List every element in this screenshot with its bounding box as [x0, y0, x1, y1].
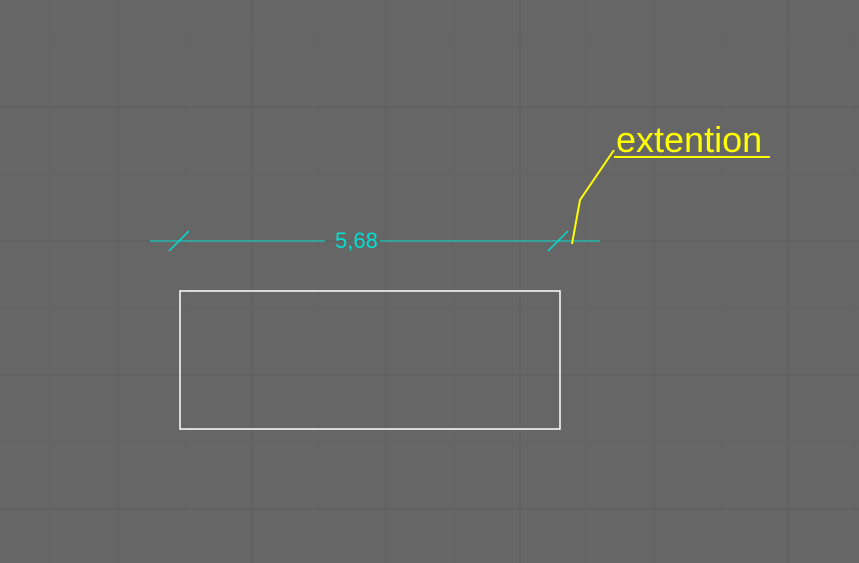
dimension[interactable]: 5,68	[150, 228, 600, 253]
annotation-leader	[572, 150, 614, 244]
rectangle-shape[interactable]	[180, 291, 560, 429]
grid	[0, 0, 859, 563]
drawing-svg: 5,68 extention	[0, 0, 859, 563]
cad-viewport[interactable]: 5,68 extention	[0, 0, 859, 563]
annotation[interactable]: extention	[572, 119, 770, 244]
dimension-value: 5,68	[335, 228, 378, 253]
annotation-text: extention	[616, 119, 762, 160]
